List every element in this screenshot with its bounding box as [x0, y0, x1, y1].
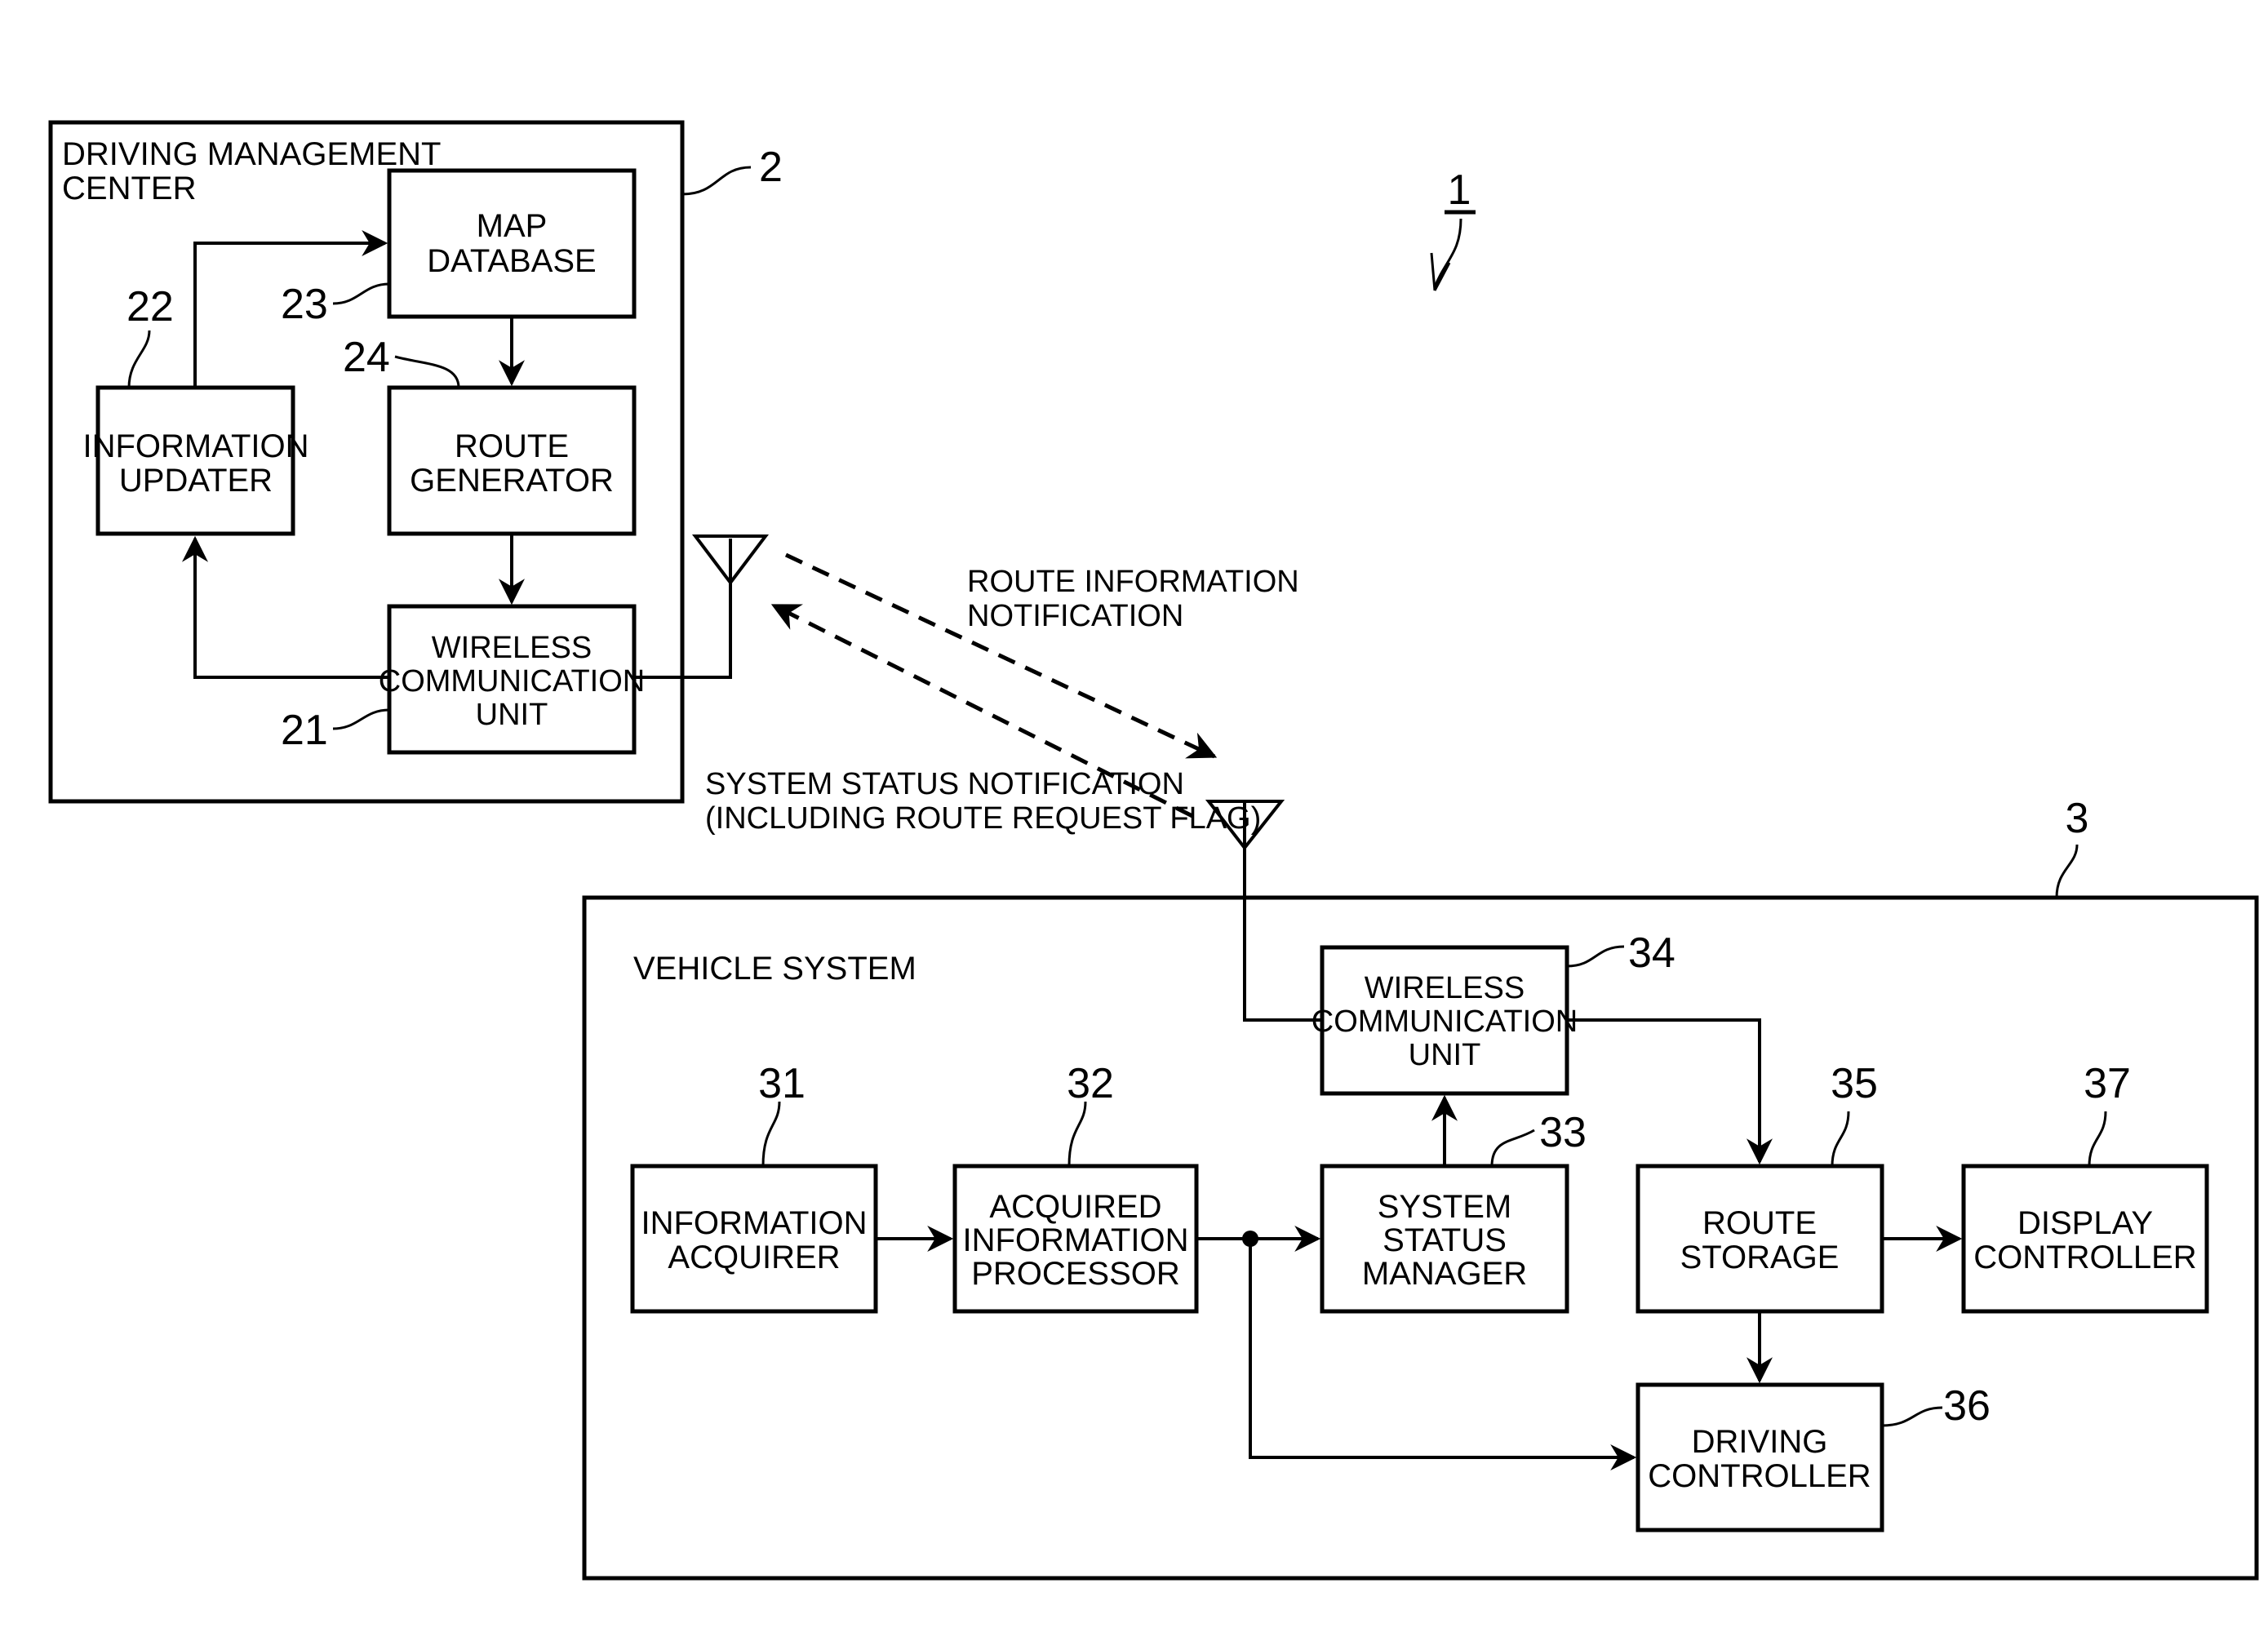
ref-lead [761, 1101, 781, 1167]
svg-text:INFORMATION: INFORMATION [641, 1205, 867, 1241]
driving-management-center: DRIVING MANAGEMENT CENTER 2 MAP DATABASE… [48, 120, 783, 804]
svg-text:ACQUIRED: ACQUIRED [989, 1189, 1161, 1225]
ref-number: 31 [758, 1060, 806, 1107]
svg-text:ROUTE: ROUTE [455, 428, 569, 464]
ref-number: 22 [126, 283, 174, 330]
ref-lead [394, 355, 460, 388]
ref-number: 1 [1448, 166, 1471, 214]
ref-number: 32 [1067, 1060, 1114, 1107]
svg-text:INFORMATION: INFORMATION [82, 428, 308, 464]
ref-lead-arrow-icon [1433, 218, 1462, 288]
svg-text:CONTROLLER: CONTROLLER [1648, 1458, 1871, 1494]
svg-text:MAP: MAP [477, 208, 548, 244]
arrowhead-icon [1430, 252, 1451, 291]
svg-text:WIRELESS: WIRELESS [1365, 971, 1525, 1005]
ref-number: 24 [343, 334, 390, 381]
svg-text:DATABASE: DATABASE [427, 243, 596, 279]
svg-text:UNIT: UNIT [476, 698, 548, 732]
ref-lead [332, 282, 390, 305]
ref-number: 21 [281, 707, 328, 754]
wireless-links: ROUTE INFORMATION NOTIFICATION SYSTEM ST… [705, 552, 1299, 836]
svg-text:SYSTEM: SYSTEM [1378, 1189, 1511, 1225]
vehicle-system: VEHICLE SYSTEM 3 WIRELESS COMMUNICATION … [582, 795, 2259, 1581]
svg-text:WIRELESS: WIRELESS [432, 631, 592, 665]
ref-lead [127, 330, 151, 388]
ref-number: 23 [281, 281, 328, 328]
svg-text:PROCESSOR: PROCESSOR [971, 1256, 1180, 1292]
vehicle-ref-number: 3 [2066, 795, 2089, 842]
svg-text:DISPLAY: DISPLAY [2017, 1205, 2153, 1241]
svg-text:CONTROLLER: CONTROLLER [1973, 1240, 2196, 1275]
svg-text:INFORMATION: INFORMATION [962, 1222, 1188, 1258]
block-driving-controller: DRIVING CONTROLLER 36 [1636, 1382, 1991, 1532]
block-display-controller: DISPLAY CONTROLLER 37 [1961, 1060, 2209, 1314]
arrow-wireless-to-updater [182, 535, 389, 679]
svg-text:ACQUIRER: ACQUIRER [668, 1240, 840, 1275]
ref-lead [1067, 1101, 1087, 1167]
svg-text:STORAGE: STORAGE [1680, 1240, 1840, 1275]
svg-text:UNIT: UNIT [1409, 1038, 1481, 1072]
svg-text:ROUTE: ROUTE [1702, 1205, 1817, 1241]
ref-number: 34 [1628, 929, 1675, 977]
ref-lead [2088, 1111, 2107, 1167]
block-route-generator: ROUTE GENERATOR 24 [343, 334, 637, 536]
arrow-wireless-to-route-storage [1567, 1018, 1773, 1165]
svg-text:MANAGER: MANAGER [1362, 1256, 1527, 1292]
svg-text:COMMUNICATION: COMMUNICATION [379, 664, 646, 699]
vehicle-title: VEHICLE SYSTEM [633, 951, 917, 987]
block-vehicle-wireless-unit: WIRELESS COMMUNICATION UNIT 34 [1312, 929, 1675, 1096]
svg-text:DRIVING: DRIVING [1692, 1424, 1828, 1460]
svg-text:UPDATER: UPDATER [119, 463, 273, 499]
route-info-label-line2: NOTIFICATION [967, 599, 1183, 633]
center-ref-lead [681, 166, 752, 196]
center-title-line2: CENTER [62, 171, 196, 206]
center-title-line1: DRIVING MANAGEMENT [62, 136, 441, 172]
svg-text:COMMUNICATION: COMMUNICATION [1312, 1005, 1578, 1039]
block-information-acquirer: INFORMATION ACQUIRER 31 [630, 1060, 878, 1314]
route-info-label-line1: ROUTE INFORMATION [967, 565, 1299, 599]
ref-number: 36 [1943, 1382, 1991, 1430]
block-acquired-information-processor: ACQUIRED INFORMATION PROCESSOR 32 [952, 1060, 1199, 1314]
ref-lead [1881, 1406, 1943, 1427]
ref-number: 33 [1539, 1109, 1587, 1156]
ref-lead [1490, 1129, 1535, 1167]
system-status-label-line1: SYSTEM STATUS NOTIFICATION [705, 767, 1184, 801]
ref-lead [1566, 945, 1625, 968]
block-map-database: MAP DATABASE 23 [281, 168, 637, 328]
ref-lead [1831, 1111, 1850, 1167]
block-center-wireless-unit: WIRELESS COMMUNICATION UNIT 21 [281, 604, 646, 755]
ref-number: 37 [2084, 1060, 2131, 1107]
system-ref-1: 1 [1430, 166, 1476, 291]
system-status-label-line2: (INCLUDING ROUTE REQUEST FLAG) [705, 801, 1261, 836]
svg-text:STATUS: STATUS [1383, 1222, 1507, 1258]
ref-lead [332, 708, 390, 730]
center-ref-number: 2 [759, 144, 783, 191]
system-block-diagram: 1 DRIVING MANAGEMENT CENTER 2 MAP DATABA… [48, 120, 2259, 1581]
vehicle-ref-lead [2055, 844, 2079, 898]
block-system-status-manager: SYSTEM STATUS MANAGER 33 [1320, 1109, 1587, 1314]
svg-text:GENERATOR: GENERATOR [410, 463, 614, 499]
ref-number: 35 [1831, 1060, 1878, 1107]
